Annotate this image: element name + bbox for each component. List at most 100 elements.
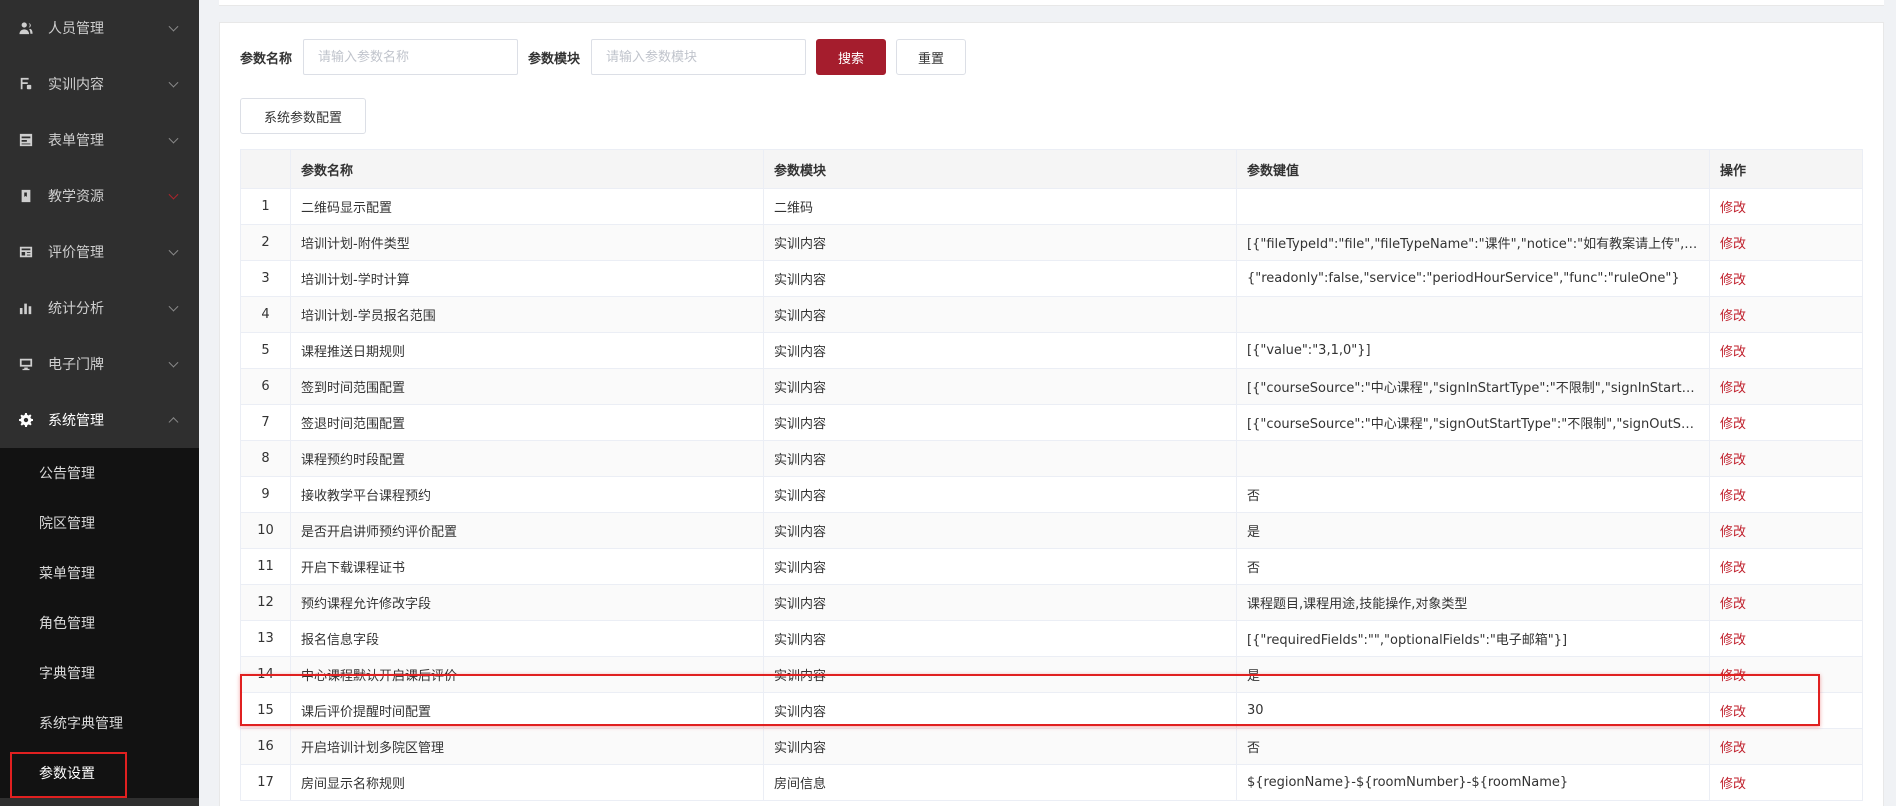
- cell-param-value: 否: [1236, 728, 1710, 765]
- sidebar-subitem-campus[interactable]: 院区管理: [0, 498, 199, 548]
- cell-param-name: 开启培训计划多院区管理: [290, 728, 764, 765]
- cell-index: 9: [240, 476, 291, 513]
- sidebar-item-forms[interactable]: 表单管理: [0, 112, 199, 168]
- sidebar-item-resources[interactable]: 教学资源: [0, 168, 199, 224]
- cell-param-value: 否: [1236, 548, 1710, 585]
- sidebar-item-evaluation[interactable]: 评价管理: [0, 224, 199, 280]
- sidebar-item-system[interactable]: 系统管理: [0, 392, 199, 448]
- cell-param-name: 预约课程允许修改字段: [290, 584, 764, 621]
- table-row: 7 签退时间范围配置 实训内容 [{"courseSource":"中心课程","si…: [240, 404, 1863, 441]
- cell-param-module: 实训内容: [763, 260, 1237, 297]
- sidebar-item-personnel[interactable]: 人员管理: [0, 0, 199, 56]
- sidebar-subitem-label: 公告管理: [39, 466, 95, 482]
- table-header-row: 参数名称 参数模块 参数键值 操作: [240, 149, 1863, 189]
- edit-link[interactable]: 修改: [1709, 728, 1863, 765]
- cell-param-name: 课程预约时段配置: [290, 440, 764, 477]
- edit-link[interactable]: 修改: [1709, 224, 1863, 261]
- edit-link[interactable]: 修改: [1709, 620, 1863, 657]
- cell-param-value: [1236, 296, 1710, 333]
- edit-link[interactable]: 修改: [1709, 512, 1863, 549]
- cell-param-module: 实训内容: [763, 584, 1237, 621]
- edit-link[interactable]: 修改: [1709, 656, 1863, 693]
- edit-link[interactable]: 修改: [1709, 764, 1863, 801]
- table-row: 8 课程预约时段配置 实训内容 修改: [240, 440, 1863, 477]
- edit-link[interactable]: 修改: [1709, 296, 1863, 333]
- cell-param-module: 实训内容: [763, 368, 1237, 405]
- edit-link[interactable]: 修改: [1709, 404, 1863, 441]
- edit-link[interactable]: 修改: [1709, 692, 1863, 729]
- top-strip: [219, 0, 1884, 6]
- sidebar-item-label: 评价管理: [48, 245, 104, 261]
- sidebar-item-label: 电子门牌: [48, 357, 104, 373]
- sidebar-subitem-label: 菜单管理: [39, 566, 95, 582]
- param-name-input[interactable]: [303, 39, 519, 75]
- chevron-down-icon: [168, 77, 179, 88]
- sidebar-item-label: 表单管理: [48, 133, 104, 149]
- cell-param-module: 实训内容: [763, 728, 1237, 765]
- sidebar-item-doorplate[interactable]: 电子门牌: [0, 336, 199, 392]
- cell-param-module: 实训内容: [763, 332, 1237, 369]
- person-icon: [18, 20, 34, 36]
- cell-index: 13: [240, 620, 291, 657]
- system-param-config-button[interactable]: 系统参数配置: [240, 98, 366, 134]
- params-table: 参数名称 参数模块 参数键值 操作 1 二维码显示配置 二维码 修改 2 培训计划-附件类…: [240, 149, 1863, 801]
- edit-link[interactable]: 修改: [1709, 368, 1863, 405]
- cell-param-name: 课程推送日期规则: [290, 332, 764, 369]
- sidebar-subitem-menus[interactable]: 菜单管理: [0, 548, 199, 598]
- table-row: 6 签到时间范围配置 实训内容 [{"courseSource":"中心课程","si…: [240, 368, 1863, 405]
- edit-link[interactable]: 修改: [1709, 584, 1863, 621]
- cell-param-name: 课后评价提醒时间配置: [290, 692, 764, 729]
- sidebar-subitem-system-dictionary[interactable]: 系统字典管理: [0, 698, 199, 748]
- sidebar-subitem-parameters[interactable]: 参数设置: [0, 748, 199, 798]
- evaluation-icon: [18, 244, 34, 260]
- monitor-icon: [18, 356, 34, 372]
- sidebar-item-training[interactable]: 实训内容: [0, 56, 199, 112]
- cell-param-name: 报名信息字段: [290, 620, 764, 657]
- table-row: 3 培训计划-学时计算 实训内容 {"readonly":false,"service…: [240, 260, 1863, 297]
- cell-index: 4: [240, 296, 291, 333]
- sidebar-item-label: 实训内容: [48, 77, 104, 93]
- cell-param-module: 实训内容: [763, 404, 1237, 441]
- col-header-action: 操作: [1709, 149, 1863, 189]
- edit-link[interactable]: 修改: [1709, 332, 1863, 369]
- gear-icon: [18, 412, 34, 428]
- cell-param-name: 签到时间范围配置: [290, 368, 764, 405]
- chevron-down-icon: [168, 245, 179, 256]
- cell-index: 1: [240, 188, 291, 225]
- param-module-input[interactable]: [591, 39, 807, 75]
- book-icon: [18, 188, 34, 204]
- reset-button[interactable]: 重置: [896, 39, 967, 75]
- chevron-up-icon: [168, 417, 179, 428]
- edit-link[interactable]: 修改: [1709, 548, 1863, 585]
- cell-param-name: 开启下载课程证书: [290, 548, 764, 585]
- edit-link[interactable]: 修改: [1709, 260, 1863, 297]
- col-header-name: 参数名称: [290, 149, 764, 189]
- table-row: 1 二维码显示配置 二维码 修改: [240, 188, 1863, 225]
- sidebar-subitem-dictionary[interactable]: 字典管理: [0, 648, 199, 698]
- cell-param-module: 实训内容: [763, 224, 1237, 261]
- cell-index: 11: [240, 548, 291, 585]
- cell-param-name: 培训计划-学时计算: [290, 260, 764, 297]
- table-row: 13 报名信息字段 实训内容 [{"requiredFields":"","optio…: [240, 620, 1863, 657]
- cell-index: 3: [240, 260, 291, 297]
- param-name-label: 参数名称: [240, 51, 293, 67]
- sidebar-subitem-announcements[interactable]: 公告管理: [0, 448, 199, 498]
- cell-param-value: 是: [1236, 656, 1710, 693]
- chevron-down-icon: [168, 189, 179, 200]
- sidebar-item-label: 人员管理: [48, 21, 104, 37]
- cell-param-name: 房间显示名称规则: [290, 764, 764, 801]
- cell-param-value: ${regionName}-${roomNumber}-${roomName}: [1236, 764, 1710, 801]
- search-button[interactable]: 搜索: [816, 39, 887, 75]
- sidebar-subitem-label: 字典管理: [39, 666, 95, 682]
- cell-param-module: 实训内容: [763, 512, 1237, 549]
- cell-param-name: 二维码显示配置: [290, 188, 764, 225]
- chevron-down-icon: [168, 133, 179, 144]
- edit-link[interactable]: 修改: [1709, 476, 1863, 513]
- sidebar-subitem-roles[interactable]: 角色管理: [0, 598, 199, 648]
- cell-param-value: [{"requiredFields":"","optionalFields":"…: [1236, 620, 1710, 657]
- sidebar-item-statistics[interactable]: 统计分析: [0, 280, 199, 336]
- edit-link[interactable]: 修改: [1709, 188, 1863, 225]
- cell-param-value: {"readonly":false,"service":"periodHourS…: [1236, 260, 1710, 297]
- cell-index: 15: [240, 692, 291, 729]
- edit-link[interactable]: 修改: [1709, 440, 1863, 477]
